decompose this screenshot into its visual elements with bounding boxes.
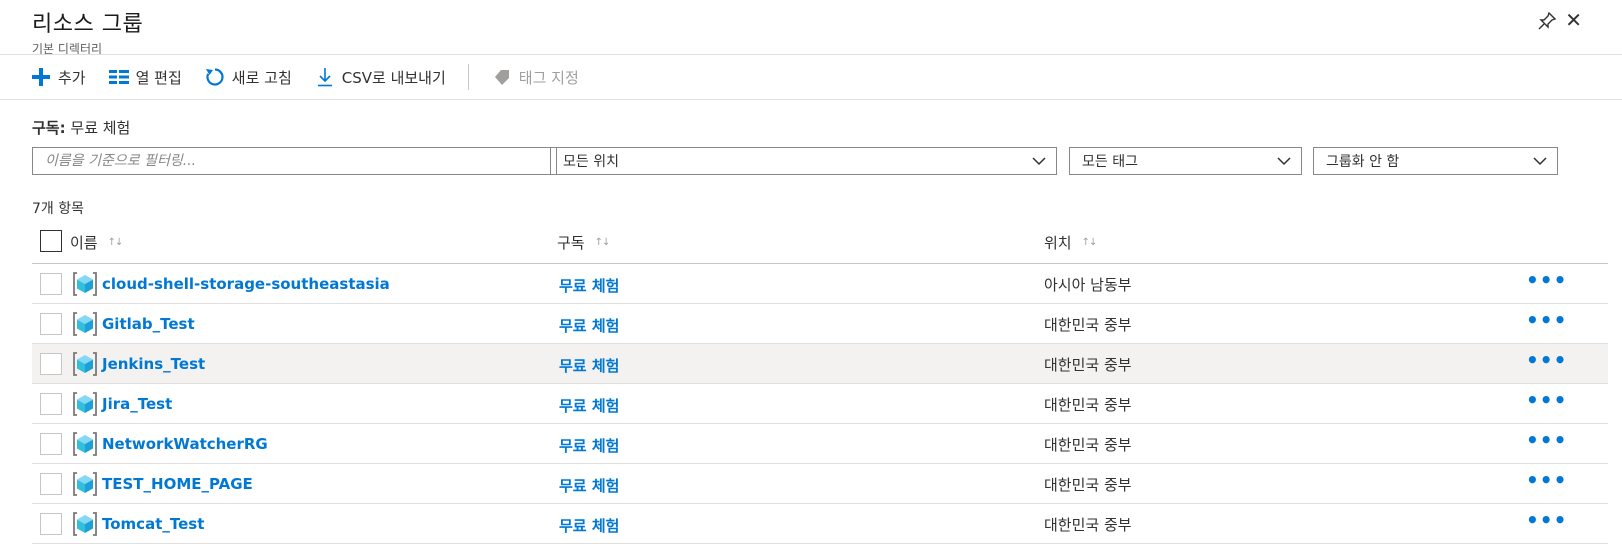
subscription-link[interactable]: 무료 체험 (559, 355, 619, 376)
location-text: 대한민국 중부 (1044, 516, 1132, 534)
resource-group-name-link[interactable]: Gitlab_Test (102, 315, 195, 333)
page-header: 리소스 그룹 기본 디렉터리 (32, 6, 143, 57)
row-checkbox[interactable] (40, 433, 62, 455)
subscription-link[interactable]: 무료 체험 (559, 515, 619, 536)
assign-tags-label: 태그 지정 (518, 68, 579, 87)
resource-group-name-link[interactable]: Tomcat_Test (102, 515, 204, 533)
row-checkbox[interactable] (40, 393, 62, 415)
sort-icon: ↑↓ (107, 237, 124, 248)
subscription-link[interactable]: 무료 체험 (559, 395, 619, 416)
location-text: 대한민국 중부 (1044, 476, 1132, 494)
table-row[interactable]: cloud-shell-storage-southeastasia 무료 체험 … (32, 264, 1608, 304)
more-actions-button[interactable]: ••• (1526, 308, 1567, 332)
location-dropdown-value: 모든 위치 (563, 154, 619, 170)
grouping-dropdown[interactable]: 그룹화 안 함 (1313, 147, 1558, 175)
select-all-checkbox[interactable] (40, 230, 62, 252)
table-header: 이름 ↑↓ 구독 ↑↓ 위치 ↑↓ (32, 222, 1608, 264)
refresh-label: 새로 고침 (231, 68, 292, 87)
resource-group-icon (73, 432, 97, 456)
table-body: cloud-shell-storage-southeastasia 무료 체험 … (32, 264, 1608, 544)
resource-group-name-link[interactable]: Jenkins_Test (102, 355, 205, 373)
refresh-icon (204, 66, 226, 88)
subscription-filter-text: 구독: 무료 체험 (32, 117, 130, 138)
resource-group-name-link[interactable]: Jira_Test (102, 395, 172, 413)
resource-group-icon (73, 512, 97, 536)
subscription-label: 구독: (32, 119, 66, 137)
subscription-link[interactable]: 무료 체험 (559, 275, 619, 296)
edit-columns-button[interactable]: 열 편집 (108, 66, 182, 88)
add-button[interactable]: 추가 (30, 66, 86, 88)
row-checkbox[interactable] (40, 313, 62, 335)
chevron-down-icon (1032, 157, 1046, 166)
subscription-value: 무료 체험 (70, 119, 131, 137)
table-row[interactable]: Jira_Test 무료 체험 대한민국 중부 ••• (32, 384, 1608, 424)
export-csv-button[interactable]: CSV로 내보내기 (314, 66, 446, 88)
toolbar-divider (467, 64, 469, 90)
add-label: 추가 (58, 68, 86, 87)
more-actions-button[interactable]: ••• (1526, 508, 1567, 532)
tags-dropdown[interactable]: 모든 태그 (1069, 147, 1302, 175)
resource-group-icon (73, 312, 97, 336)
row-checkbox[interactable] (40, 273, 62, 295)
column-header-name[interactable]: 이름 ↑↓ (70, 232, 124, 253)
grouping-dropdown-value: 그룹화 안 함 (1326, 154, 1400, 170)
resource-group-icon (73, 392, 97, 416)
more-actions-button[interactable]: ••• (1526, 348, 1567, 372)
chevron-down-icon (1277, 157, 1291, 166)
location-text: 대한민국 중부 (1044, 396, 1132, 414)
columns-icon (108, 66, 130, 88)
download-icon (314, 66, 336, 88)
subscription-link[interactable]: 무료 체험 (559, 315, 619, 336)
more-actions-button[interactable]: ••• (1526, 468, 1567, 492)
assign-tags-button[interactable]: 태그 지정 (491, 66, 579, 88)
table-row[interactable]: TEST_HOME_PAGE 무료 체험 대한민국 중부 ••• (32, 464, 1608, 504)
more-actions-button[interactable]: ••• (1526, 428, 1567, 452)
command-bar: 추가 열 편집 새로 고침 CSV로 내보내기 태그 지정 (0, 54, 1622, 100)
location-text: 아시아 남동부 (1044, 276, 1132, 294)
tag-icon (491, 66, 513, 88)
table-row[interactable]: Tomcat_Test 무료 체험 대한민국 중부 ••• (32, 504, 1608, 544)
resource-group-icon (73, 472, 97, 496)
close-icon[interactable]: ✕ (1565, 8, 1582, 32)
subscription-link[interactable]: 무료 체험 (559, 475, 619, 496)
table-row[interactable]: Gitlab_Test 무료 체험 대한민국 중부 ••• (32, 304, 1608, 344)
location-text: 대한민국 중부 (1044, 436, 1132, 454)
row-checkbox[interactable] (40, 353, 62, 375)
export-csv-label: CSV로 내보내기 (341, 68, 446, 87)
table-row[interactable]: Jenkins_Test 무료 체험 대한민국 중부 ••• (32, 344, 1608, 384)
location-text: 대한민국 중부 (1044, 316, 1132, 334)
row-checkbox[interactable] (40, 513, 62, 535)
location-text: 대한민국 중부 (1044, 356, 1132, 374)
location-dropdown[interactable]: 모든 위치 (550, 147, 1057, 175)
page-title: 리소스 그룹 (32, 12, 144, 37)
pin-icon[interactable] (1536, 10, 1558, 32)
tags-dropdown-value: 모든 태그 (1082, 154, 1138, 170)
column-header-subscription[interactable]: 구독 ↑↓ (557, 232, 611, 253)
resource-group-name-link[interactable]: NetworkWatcherRG (102, 435, 268, 453)
resource-group-name-link[interactable]: TEST_HOME_PAGE (102, 475, 253, 493)
table-row[interactable]: NetworkWatcherRG 무료 체험 대한민국 중부 ••• (32, 424, 1608, 464)
sort-icon: ↑↓ (1081, 237, 1098, 248)
plus-icon (30, 66, 52, 88)
resource-group-name-link[interactable]: cloud-shell-storage-southeastasia (102, 275, 390, 293)
subscription-link[interactable]: 무료 체험 (559, 435, 619, 456)
edit-columns-label: 열 편집 (135, 68, 182, 87)
resource-group-icon (73, 352, 97, 376)
resource-group-icon (73, 272, 97, 296)
name-filter-input[interactable] (32, 147, 557, 175)
refresh-button[interactable]: 새로 고침 (204, 66, 292, 88)
column-header-location[interactable]: 위치 ↑↓ (1044, 232, 1098, 253)
chevron-down-icon (1533, 157, 1547, 166)
resource-group-table: 이름 ↑↓ 구독 ↑↓ 위치 ↑↓ cloud-shell-storage-so… (32, 222, 1608, 544)
sort-icon: ↑↓ (594, 237, 611, 248)
more-actions-button[interactable]: ••• (1526, 268, 1567, 292)
row-checkbox[interactable] (40, 473, 62, 495)
more-actions-button[interactable]: ••• (1526, 388, 1567, 412)
item-count: 7개 항목 (32, 201, 84, 217)
